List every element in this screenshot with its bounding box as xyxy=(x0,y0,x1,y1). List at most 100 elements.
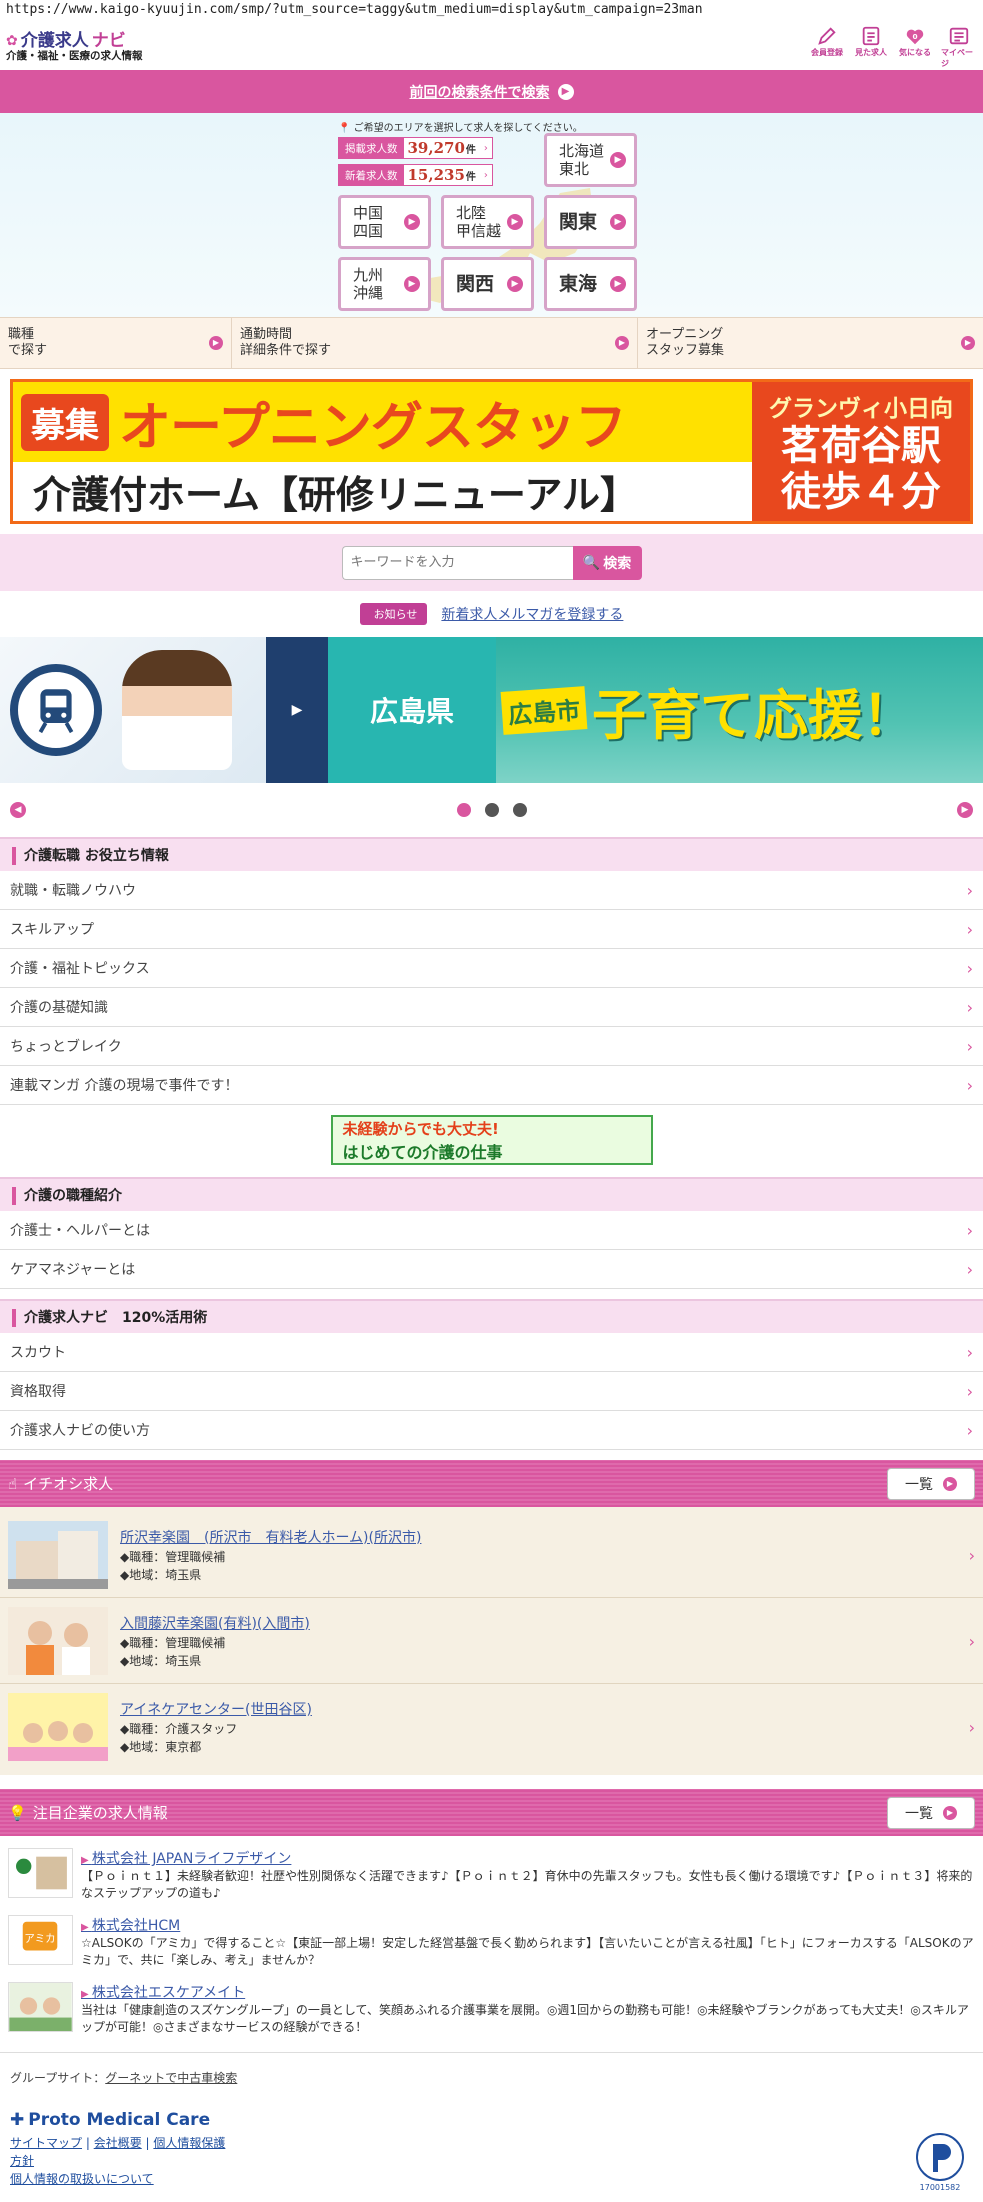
viewed-jobs-button[interactable]: 見た求人 xyxy=(853,25,889,69)
carousel-dot[interactable] xyxy=(456,803,471,817)
list-item[interactable]: 介護士・ヘルパーとは › xyxy=(0,1211,983,1250)
pickup-item[interactable]: 所沢幸楽園 (所沢市 有料老人ホーム)(所沢市) ◆職種：管理職候補 ◆地域：埼… xyxy=(0,1512,983,1598)
list-item[interactable]: ちょっとブレイク › xyxy=(0,1027,983,1066)
pointing-hand-icon: ☝ xyxy=(8,1474,18,1493)
chevron-right-icon: › xyxy=(966,1075,973,1095)
browser-url-bar[interactable]: https://www.kaigo-kyuujin.com/smp/?utm_s… xyxy=(0,0,983,24)
personal-info-link[interactable]: 個人情報の取扱いについて xyxy=(10,2172,154,2186)
list-item[interactable]: 介護求人ナビの使い方 › xyxy=(0,1411,983,1450)
list-item[interactable]: ケアマネジャーとは › xyxy=(0,1250,983,1289)
privacy-policy-link[interactable]: 方針 xyxy=(10,2154,34,2168)
search-by-jobtype-link[interactable]: 職種 で探す ▶ xyxy=(0,318,232,368)
opening-staff-banner[interactable]: 募集 オープニングスタッフ 介護付ホーム【研修リニューアル】 グランヴィ小日向 … xyxy=(10,379,973,524)
train-icon xyxy=(10,664,102,756)
favorites-button[interactable]: 0 気になる xyxy=(897,25,933,69)
total-jobs-count: 掲載求人数 39,270 件 › xyxy=(338,137,493,159)
carousel-slogan: 子育て応援！ xyxy=(592,683,916,747)
privacy-mark-icon: 17001582 xyxy=(916,2133,964,2192)
carousel-dot[interactable] xyxy=(512,803,527,817)
heart-icon: 0 xyxy=(906,29,924,45)
banner-subtitle: 介護付ホーム【研修リニューアル】 xyxy=(13,462,752,521)
corp-item[interactable]: 株式会社 JAPANライフデザイン 【Ｐｏｉｎｔ１】未経験者歓迎！社歴や性別関係… xyxy=(0,1842,983,1909)
keyword-input[interactable] xyxy=(341,545,573,580)
region-hokuriku-koshinetsu[interactable]: 北陸 甲信越 ▶ xyxy=(441,195,534,249)
lightbulb-icon: 💡 xyxy=(8,1803,27,1822)
region-chugoku-shikoku[interactable]: 中国 四国 ▶ xyxy=(338,195,431,249)
pickup-list: 所沢幸楽園 (所沢市 有料老人ホーム)(所沢市) ◆職種：管理職候補 ◆地域：埼… xyxy=(0,1507,983,1775)
corp-header: 💡 注目企業の求人情報 一覧 ▶ xyxy=(0,1789,983,1836)
pickup-item[interactable]: 入間藤沢幸楽園(有料)(入間市) ◆職種：管理職候補 ◆地域：埼玉県 › xyxy=(0,1598,983,1684)
list-item[interactable]: スカウト › xyxy=(0,1333,983,1372)
list-item[interactable]: 介護の基礎知識 › xyxy=(0,988,983,1027)
banner-facility: グランヴィ小日向 xyxy=(769,395,953,422)
area-note: 📍 ご希望のエリアを選択して求人を探してください。 xyxy=(338,123,583,134)
site-logo[interactable]: ✿ 介護求人 ナビ 介護・福祉・医療の求人情報 xyxy=(6,32,143,62)
privacy-link[interactable]: 個人情報保護 xyxy=(153,2136,225,2150)
carousel-city: 広島市 xyxy=(500,685,588,735)
region-kansai[interactable]: 関西 ▶ xyxy=(441,257,534,311)
goo-net-link[interactable]: グーネットで中古車検索 xyxy=(105,2071,237,2085)
list-item[interactable]: スキルアップ › xyxy=(0,910,983,949)
carousel-dot[interactable] xyxy=(484,803,499,817)
search-button[interactable]: 🔍 検索 xyxy=(572,545,642,580)
list-item[interactable]: 就職・転職ノウハウ › xyxy=(0,871,983,910)
history-icon xyxy=(862,26,880,46)
carousel-nav: ◀ ▶ xyxy=(0,783,983,837)
carousel-next-button[interactable]: ▶ xyxy=(957,802,973,818)
region-tokai[interactable]: 東海 ▶ xyxy=(544,257,637,311)
arrow-right-icon: ▶ xyxy=(961,336,975,350)
chevron-right-icon: › xyxy=(968,1632,975,1651)
newsletter-link[interactable]: 新着求人メルマガを登録する xyxy=(441,604,623,624)
list-item[interactable]: 資格取得 › xyxy=(0,1372,983,1411)
company-link[interactable]: 会社概要 xyxy=(94,2136,142,2150)
woman-photo xyxy=(122,650,232,770)
pickup-item[interactable]: アイネケアセンター(世田谷区) ◆職種：介護スタッフ ◆地域：東京都 › xyxy=(0,1684,983,1770)
carousel-prev-button[interactable]: ◀ xyxy=(10,802,26,818)
chevron-right-icon: › xyxy=(966,1342,973,1362)
chevron-right-icon: › xyxy=(483,169,488,181)
region-kanto[interactable]: 関東 ▶ xyxy=(544,195,637,249)
site-footer: グループサイト：グーネットで中古車検索 ✚ Proto Medical Care … xyxy=(0,2052,983,2202)
facility-photo xyxy=(8,1520,108,1589)
search-icon: 🔍 xyxy=(582,554,601,571)
notice-bar: お知らせ 新着求人メルマガを登録する xyxy=(0,591,983,637)
carousel-prefecture: 広島県 xyxy=(328,637,496,783)
flower-icon: ✿ xyxy=(6,32,18,49)
chevron-right-icon: › xyxy=(483,142,488,154)
arrow-right-icon: ▶ xyxy=(943,1805,957,1820)
search-by-commute-link[interactable]: 通勤時間 詳細条件で探す ▶ xyxy=(232,318,638,368)
arrow-right-icon: ▶ xyxy=(610,214,626,230)
company-logo xyxy=(8,1848,73,1898)
arrow-right-icon: ▶ xyxy=(943,1476,957,1491)
chevron-right-icon: › xyxy=(966,1036,973,1056)
corp-item[interactable]: 株式会社エスケアメイト 当社は「健康創造のスズケングループ」の一員として、笑顔あ… xyxy=(0,1976,983,2043)
corp-item[interactable]: アミカ 株式会社HCM ☆ALSOKの「アミカ」で得すること☆【東証一部上場！安… xyxy=(0,1909,983,1976)
corp-more-button[interactable]: 一覧 ▶ xyxy=(887,1796,975,1829)
new-jobs-count: 新着求人数 15,235 件 › xyxy=(338,164,493,186)
banner-carousel[interactable]: ▶ 広島県 広島市 子育て応援！ xyxy=(0,637,983,783)
mypage-icon xyxy=(949,27,969,45)
pickup-more-button[interactable]: 一覧 ▶ xyxy=(887,1467,975,1500)
previous-search-button[interactable]: 前回の検索条件で検索 ▶ xyxy=(0,70,983,113)
chevron-right-icon: › xyxy=(968,1546,975,1565)
chevron-right-icon: › xyxy=(966,997,973,1017)
footer-links: サイトマップ | 会社概要 | 個人情報保護 方針 個人情報の取扱いについて xyxy=(10,2136,226,2187)
staff-group-photo xyxy=(8,1693,108,1761)
list-item[interactable]: 介護・福祉トピックス › xyxy=(0,949,983,988)
list-item[interactable]: 連載マンガ 介護の現場で事件です！ › xyxy=(0,1066,983,1105)
arrow-right-icon: ▶ xyxy=(266,637,328,783)
logo-text: 介護求人 xyxy=(20,30,89,51)
svg-text:アミカ: アミカ xyxy=(24,1933,55,1945)
sitemap-link[interactable]: サイトマップ xyxy=(10,2136,82,2150)
arrow-right-icon: ▶ xyxy=(209,336,223,350)
chevron-right-icon: › xyxy=(966,1259,973,1279)
region-hokkaido-tohoku[interactable]: 北海道 東北 ▶ xyxy=(544,133,637,187)
mypage-button[interactable]: マイページ xyxy=(941,25,977,69)
region-kyushu-okinawa[interactable]: 九州 沖縄 ▶ xyxy=(338,257,431,311)
member-register-button[interactable]: 会員登録 xyxy=(809,25,845,69)
opening-staff-link[interactable]: オープニング スタッフ募集 ▶ xyxy=(638,318,983,368)
favorites-count: 0 xyxy=(912,32,917,41)
beginner-banner[interactable]: 未経験からでも大丈夫! はじめての介護の仕事 xyxy=(330,1115,653,1165)
group-sites: グループサイト：グーネットで中古車検索 xyxy=(10,2071,238,2086)
pickup-header: ☝ イチオシ求人 一覧 ▶ xyxy=(0,1460,983,1507)
